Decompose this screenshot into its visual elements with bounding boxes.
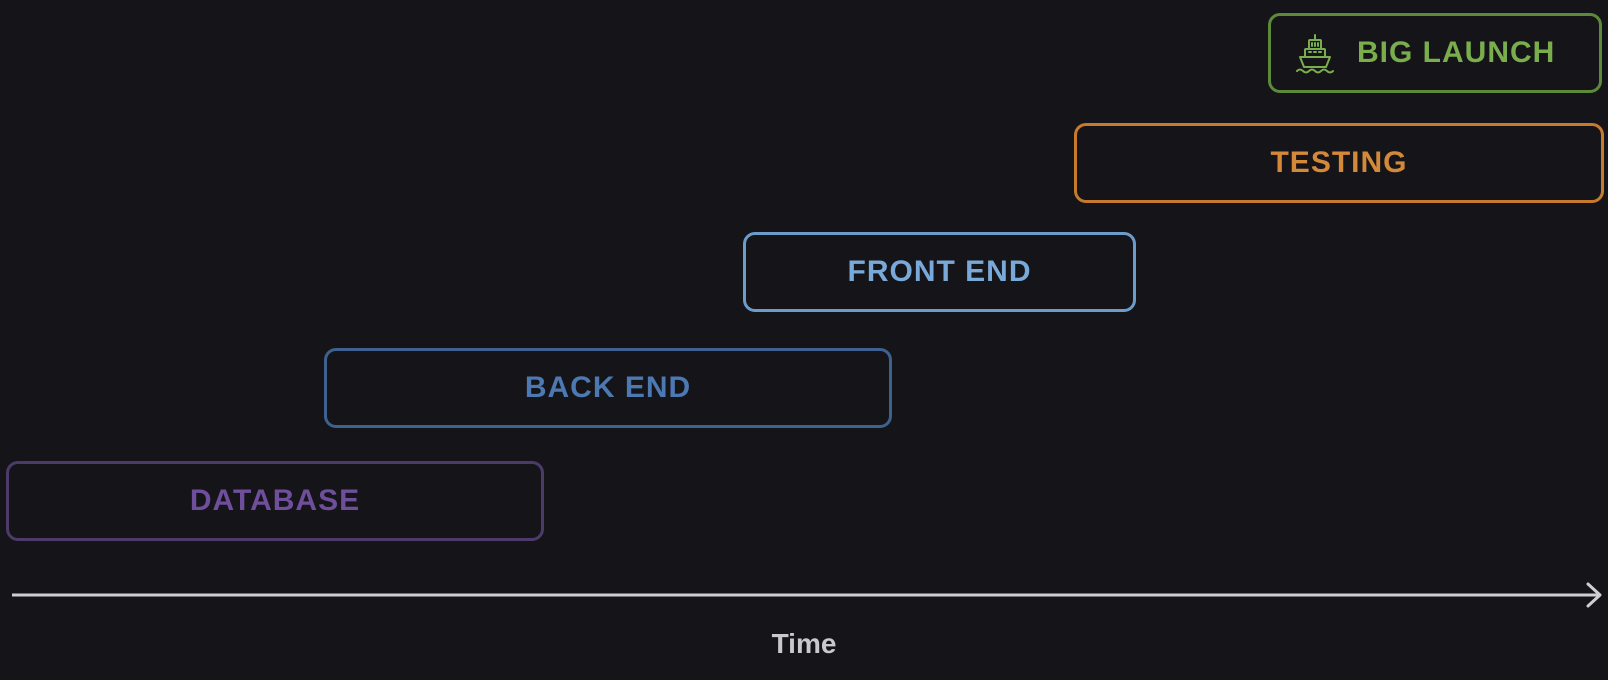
phase-testing: TESTING <box>1074 123 1604 203</box>
phase-back-end-label: BACK END <box>524 371 692 404</box>
time-axis <box>12 582 1602 608</box>
phase-front-end-label: FRONT END <box>847 255 1032 288</box>
ship-icon <box>1296 34 1334 74</box>
phase-front-end: FRONT END <box>743 232 1136 312</box>
phase-back-end: BACK END <box>324 348 892 428</box>
phase-big-launch: BIG LAUNCH <box>1268 13 1602 93</box>
phase-big-launch-label: BIG LAUNCH <box>1357 36 1556 69</box>
phase-testing-label: TESTING <box>1270 146 1408 179</box>
phase-database-label: DATABASE <box>189 484 361 517</box>
phase-database: DATABASE <box>6 461 544 541</box>
time-axis-label: Time <box>771 628 837 659</box>
diagram-canvas: DATABASE BACK END FRONT END TESTING BIG … <box>0 0 1608 680</box>
